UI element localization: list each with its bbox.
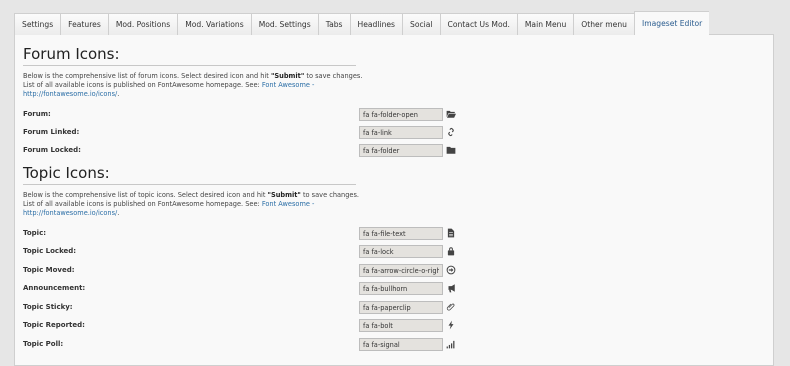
topic-desc-end: . (117, 209, 120, 217)
topic-icons-description: Below is the comprehensive list of topic… (23, 191, 363, 218)
folder-icon (445, 144, 456, 155)
icon-row-forum: Forum: (23, 108, 463, 121)
forum-desc-text-1: Below is the comprehensive list of forum… (23, 72, 271, 80)
topic-reported-icon-input[interactable] (359, 319, 443, 332)
forum-icons-description: Below is the comprehensive list of forum… (23, 72, 363, 99)
tab-bar: Settings Features Mod. Positions Mod. Va… (14, 11, 774, 37)
field-label: Announcement: (23, 284, 86, 292)
tab-main-menu[interactable]: Main Menu (516, 13, 574, 36)
field-label: Topic Locked: (23, 247, 77, 255)
tab-settings[interactable]: Settings (14, 13, 61, 36)
imageset-editor-panel: Forum Icons: Below is the comprehensive … (14, 35, 774, 366)
tab-other-menu[interactable]: Other menu (573, 13, 634, 36)
tab-headlines[interactable]: Headlines (349, 13, 403, 36)
forum-locked-icon-input[interactable] (359, 144, 443, 157)
folder-open-icon (445, 108, 456, 119)
forum-desc-submit: "Submit" (270, 72, 305, 80)
announcement-icon-input[interactable] (359, 282, 443, 295)
tab-tabs[interactable]: Tabs (317, 13, 350, 36)
link-icon (445, 126, 456, 137)
tab-bar-filler (709, 13, 774, 35)
lock-icon (445, 245, 456, 256)
icon-row-forum-locked: Forum Locked: (23, 144, 463, 157)
icon-row-topic-sticky: Topic Sticky: (23, 301, 463, 314)
forum-icons-heading: Forum Icons: (23, 45, 120, 63)
topic-icons-heading: Topic Icons: (23, 164, 110, 182)
topic-icon-input[interactable] (359, 227, 443, 240)
bolt-icon (445, 319, 456, 330)
tab-mod-positions[interactable]: Mod. Positions (107, 13, 178, 36)
topic-heading-divider (23, 184, 356, 185)
icon-row-topic: Topic: (23, 227, 463, 240)
icon-row-announcement: Announcement: (23, 282, 463, 295)
file-text-icon (445, 227, 456, 238)
tab-contact-us-mod[interactable]: Contact Us Mod. (439, 13, 517, 36)
paperclip-icon (445, 301, 456, 312)
tab-social[interactable]: Social (402, 13, 440, 36)
field-label: Topic Sticky: (23, 303, 73, 311)
icon-row-forum-linked: Forum Linked: (23, 126, 463, 139)
topic-moved-icon-input[interactable] (359, 264, 443, 277)
tab-imageset-editor[interactable]: Imageset Editor (633, 11, 710, 37)
forum-linked-icon-input[interactable] (359, 126, 443, 139)
field-label: Topic Moved: (23, 266, 75, 274)
arrow-circle-right-icon (445, 264, 456, 275)
topic-locked-icon-input[interactable] (359, 245, 443, 258)
field-label: Forum: (23, 110, 51, 118)
icon-row-topic-reported: Topic Reported: (23, 319, 463, 332)
topic-sticky-icon-input[interactable] (359, 301, 443, 314)
bullhorn-icon (445, 282, 456, 293)
forum-desc-end: . (117, 90, 120, 98)
forum-icon-input[interactable] (359, 108, 443, 121)
field-label: Forum Locked: (23, 146, 81, 154)
topic-poll-icon-input[interactable] (359, 338, 443, 351)
icon-row-topic-poll: Topic Poll: (23, 338, 463, 351)
field-label: Forum Linked: (23, 128, 80, 136)
topic-desc-submit: "Submit" (267, 191, 301, 199)
field-label: Topic: (23, 229, 47, 237)
signal-icon (445, 338, 456, 349)
icon-row-topic-moved: Topic Moved: (23, 264, 463, 277)
icon-row-topic-locked: Topic Locked: (23, 245, 463, 258)
topic-desc-text-1: Below is the comprehensive list of topic… (23, 191, 268, 199)
field-label: Topic Reported: (23, 321, 85, 329)
forum-heading-divider (23, 65, 356, 66)
tab-features[interactable]: Features (60, 13, 108, 36)
field-label: Topic Poll: (23, 340, 64, 348)
tab-mod-settings[interactable]: Mod. Settings (250, 13, 318, 36)
tab-mod-variations[interactable]: Mod. Variations (177, 13, 251, 36)
